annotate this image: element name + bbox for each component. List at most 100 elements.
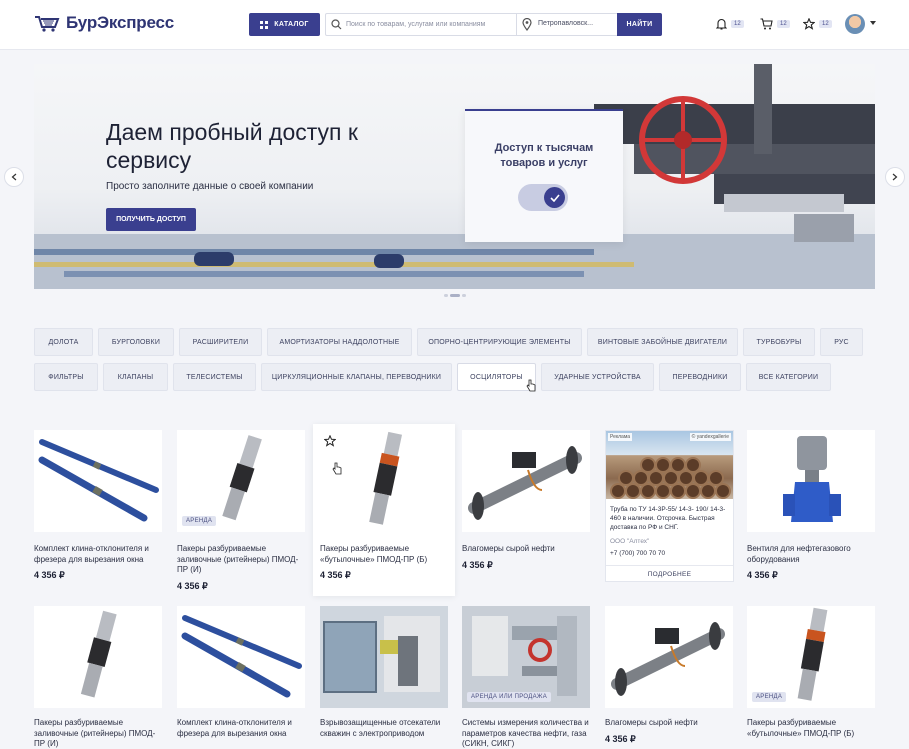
ad-more-button[interactable]: ПОДРОБНЕЕ <box>606 565 733 582</box>
chip-rus[interactable]: РУС <box>820 328 863 356</box>
electric-shutoff-image <box>320 606 448 708</box>
chevron-left-icon <box>11 173 17 181</box>
logo-text: БурЭкспресс <box>66 13 175 32</box>
product-tag: АРЕНДА <box>752 692 787 702</box>
promo-banner: Даем пробный доступ к сервису Просто зап… <box>34 64 875 289</box>
product-title[interactable]: Пакеры разбуриваемые заливочные (ритейне… <box>177 544 305 576</box>
ad-description[interactable]: Труба по ТУ 14-3Р-55/ 14-3- 190/ 14-3-46… <box>610 505 732 532</box>
product-image[interactable]: АРЕНДА <box>177 430 305 532</box>
product-card[interactable]: АРЕНДА ИЛИ ПРОДАЖА Системы измерения кол… <box>462 606 592 749</box>
product-card[interactable]: Комплект клина-отклонителя и фрезера для… <box>34 430 164 580</box>
product-image[interactable] <box>177 606 305 708</box>
product-image[interactable]: АРЕНДА <box>747 606 875 708</box>
chip-cirkulyacionnye-klapany[interactable]: ЦИРКУЛЯЦИОННЫЕ КЛАПАНЫ, ПЕРЕВОДНИКИ <box>261 363 452 391</box>
banner-card-text: Доступ к тысячам товаров и услуг <box>494 142 594 169</box>
grid-icon <box>260 20 269 29</box>
toggle-knob <box>544 187 565 208</box>
product-price: 4 356 ₽ <box>747 570 778 580</box>
chip-oporno-centriruyushie[interactable]: ОПОРНО-ЦЕНТРИРУЮЩИЕ ЭЛЕМЕНТЫ <box>417 328 582 356</box>
product-image[interactable] <box>320 606 448 708</box>
packer-image <box>80 610 117 698</box>
product-price: 4 356 ₽ <box>320 570 351 580</box>
search-icon <box>331 19 342 30</box>
favorites-button[interactable]: 12 <box>803 18 832 30</box>
chip-udarnye-ustroystva[interactable]: УДАРНЫЕ УСТРОЙСТВА <box>541 363 654 391</box>
banner-prev-button[interactable] <box>4 167 24 187</box>
cursor-hand-icon <box>526 379 536 392</box>
chip-telesistemy[interactable]: ТЕЛЕСИСТЕМЫ <box>173 363 256 391</box>
product-title[interactable]: Пакеры разбуриваемые заливочные (ритейне… <box>34 718 162 749</box>
catalog-button[interactable]: КАТАЛОГ <box>249 13 320 36</box>
product-card[interactable]: Влагомеры сырой нефти 4 356 ₽ <box>605 606 735 749</box>
banner-card: Доступ к тысячам товаров и услуг <box>465 109 623 242</box>
chip-dolota[interactable]: ДОЛОТА <box>34 328 93 356</box>
pipes-stack-image <box>610 457 731 499</box>
chevron-down-icon[interactable] <box>870 21 876 25</box>
get-access-button[interactable]: ПОЛУЧИТЬ ДОСТУП <box>106 208 196 231</box>
packer-bottle-image <box>369 431 403 525</box>
product-card[interactable]: АРЕНДА Пакеры разбуриваемые заливочные (… <box>177 430 307 591</box>
slider-dot-active[interactable] <box>450 294 460 297</box>
favorites-count: 12 <box>819 20 832 28</box>
product-card[interactable]: Вентиля для нефтегазового оборудования 4… <box>747 430 877 580</box>
product-image[interactable] <box>320 430 448 532</box>
chip-turbobury[interactable]: ТУРБОБУРЫ <box>743 328 815 356</box>
chip-rasshiriteli[interactable]: РАСШИРИТЕЛИ <box>179 328 262 356</box>
pipes-image[interactable]: Реклама © yandexgallerie <box>606 431 733 499</box>
product-image[interactable] <box>34 430 162 532</box>
avatar[interactable] <box>845 14 865 34</box>
product-title[interactable]: Влагомеры сырой нефти <box>605 718 733 729</box>
product-title[interactable]: Взрывозащищенные отсекатели скважин с эл… <box>320 718 448 739</box>
product-image[interactable] <box>462 430 590 532</box>
product-image[interactable]: АРЕНДА ИЛИ ПРОДАЖА <box>462 606 590 708</box>
location-select[interactable]: Петропавловск... <box>538 20 593 27</box>
product-title[interactable]: Комплект клина-отклонителя и фрезера для… <box>177 718 305 739</box>
location-pin-icon[interactable] <box>522 18 532 31</box>
ad-phone[interactable]: +7 (700) 700 70 70 <box>610 550 665 557</box>
product-card[interactable]: АРЕНДА Пакеры разбуриваемые «бутылочные»… <box>747 606 877 749</box>
product-image[interactable] <box>747 430 875 532</box>
product-price: 4 356 ₽ <box>462 560 493 570</box>
product-price: 4 356 ₽ <box>605 734 636 744</box>
chip-amortizatory[interactable]: АМОРТИЗАТОРЫ НАДДОЛОТНЫЕ <box>267 328 412 356</box>
banner-subtitle: Просто заполните данные о своей компании <box>106 181 314 192</box>
product-title[interactable]: Комплект клина-отклонителя и фрезера для… <box>34 544 162 565</box>
product-image[interactable] <box>605 606 733 708</box>
logo[interactable]: БурЭкспресс <box>34 13 174 33</box>
search-input[interactable] <box>346 14 516 35</box>
favorite-star-icon[interactable] <box>324 435 336 447</box>
product-card-hovered[interactable]: Пакеры разбуриваемые «бутылочные» ПМОД-П… <box>313 424 455 596</box>
notifications-button[interactable]: 12 <box>716 18 744 30</box>
ad-label: Реклама <box>608 433 633 441</box>
product-image[interactable] <box>34 606 162 708</box>
product-card[interactable]: Комплект клина-отклонителя и фрезера для… <box>177 606 307 749</box>
product-title[interactable]: Вентиля для нефтегазового оборудования <box>747 544 875 565</box>
ad-card[interactable]: Реклама © yandexgallerie Труба по ТУ 14-… <box>605 430 734 582</box>
chip-perevodniki[interactable]: ПЕРЕВОДНИКИ <box>659 363 741 391</box>
chip-filtry[interactable]: ФИЛЬТРЫ <box>34 363 98 391</box>
cart-button[interactable]: 12 <box>760 18 790 30</box>
product-title[interactable]: Пакеры разбуриваемые «бутылочные» ПМОД-П… <box>320 544 448 565</box>
chip-klapany[interactable]: КЛАПАНЫ <box>103 363 168 391</box>
header: БурЭкспресс КАТАЛОГ Петропавловск... НАЙ… <box>0 0 909 50</box>
slider-dot[interactable] <box>462 294 466 297</box>
access-toggle[interactable] <box>518 184 568 211</box>
product-card[interactable]: Взрывозащищенные отсекатели скважин с эл… <box>320 606 450 749</box>
notifications-count: 12 <box>731 20 744 28</box>
find-button[interactable]: НАЙТИ <box>617 13 662 36</box>
banner-next-button[interactable] <box>885 167 905 187</box>
gate-valve-image <box>783 436 841 522</box>
chip-oscilyatory[interactable]: ОСЦИЛЯТОРЫ <box>457 363 536 391</box>
product-card[interactable]: Пакеры разбуриваемые заливочные (ритейне… <box>34 606 164 749</box>
product-card[interactable]: Влагомеры сырой нефти 4 356 ₽ <box>462 430 592 580</box>
catalog-label: КАТАЛОГ <box>274 21 309 28</box>
chip-vintovye-dvigateli[interactable]: ВИНТОВЫЕ ЗАБОЙНЫЕ ДВИГАТЕЛИ <box>587 328 738 356</box>
chip-vse-kategorii[interactable]: ВСЕ КАТЕГОРИИ <box>746 363 831 391</box>
slider-dot[interactable] <box>444 294 448 297</box>
check-icon <box>549 193 560 202</box>
product-title[interactable]: Влагомеры сырой нефти <box>462 544 590 555</box>
product-title[interactable]: Пакеры разбуриваемые «бутылочные» ПМОД-П… <box>747 718 875 739</box>
slider-dots <box>444 294 466 297</box>
chip-burgolovki[interactable]: БУРГОЛОВКИ <box>98 328 174 356</box>
product-title[interactable]: Системы измерения количества и параметро… <box>462 718 590 749</box>
